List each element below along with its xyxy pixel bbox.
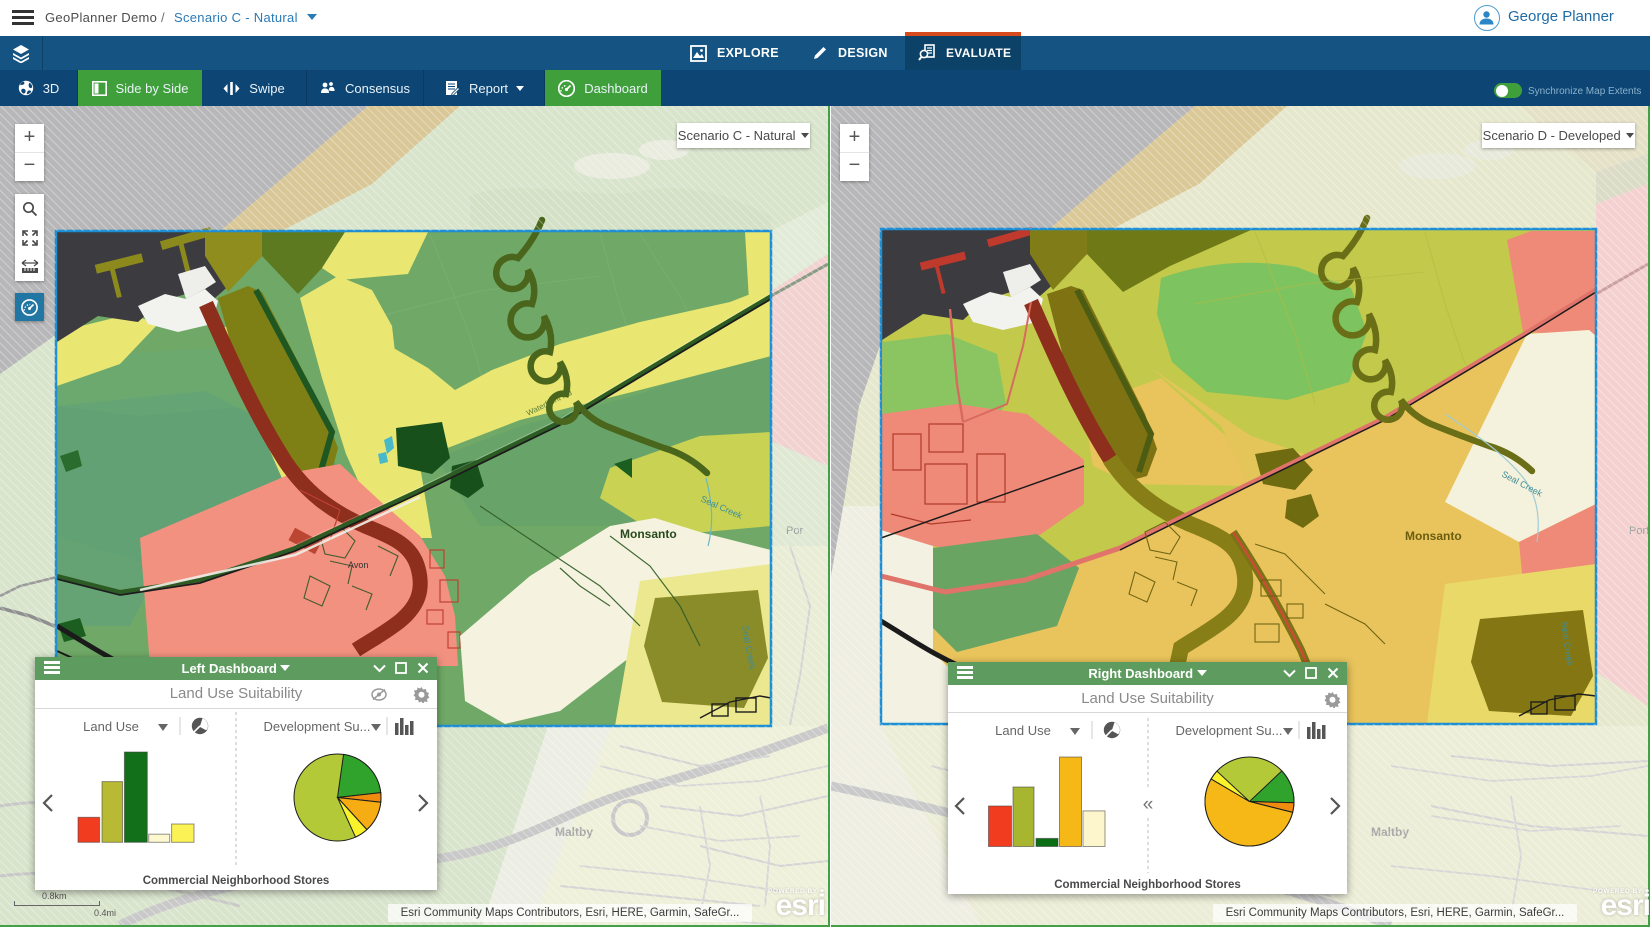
svg-text:Land Use: Land Use [83,719,139,734]
svg-text:Land Use: Land Use [995,723,1051,738]
svg-text:Development Su...: Development Su... [264,719,371,734]
svg-text:Avon: Avon [348,560,368,570]
svg-text:Development Su...: Development Su... [1176,723,1283,738]
svg-text:«: « [1143,794,1154,815]
svg-text:Monsanto: Monsanto [1405,529,1462,543]
svg-text:Monsanto: Monsanto [620,527,677,541]
